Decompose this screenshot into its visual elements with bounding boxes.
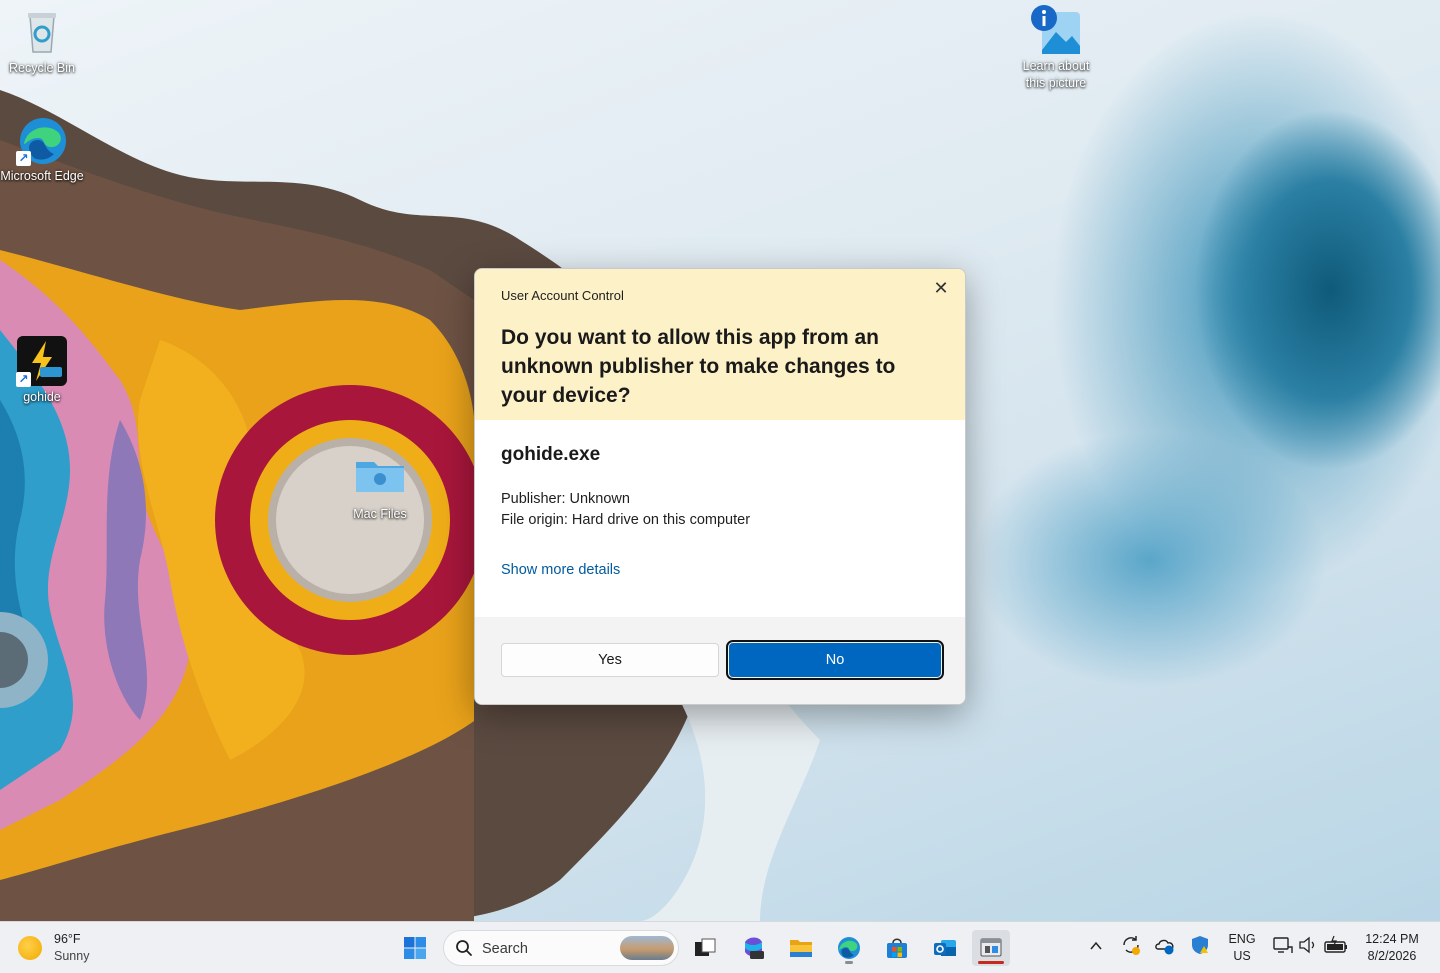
mac-files-label: Mac Files [353, 507, 407, 521]
weather-widget[interactable]: 96°F Sunny [18, 930, 89, 966]
app-name: gohide.exe [501, 444, 601, 465]
clock-time: 12:24 PM [1365, 932, 1419, 946]
file-explorer-button[interactable] [782, 930, 820, 966]
battery-icon[interactable] [1324, 934, 1348, 956]
outlook-button[interactable] [926, 930, 964, 966]
edge-label: Microsoft Edge [0, 169, 84, 183]
system-clock[interactable]: 12:24 PM 8/2/2026 [1356, 931, 1428, 965]
running-indicator [845, 961, 853, 964]
clock-date: 8/2/2026 [1367, 949, 1417, 963]
microsoft-365-icon [745, 937, 764, 959]
uac-dialog: User Account Control ✕ Do you want to al… [474, 268, 966, 705]
speaker-icon[interactable] [1298, 934, 1318, 956]
recycle-bin-label: Recycle Bin [9, 61, 75, 75]
uac-question: Do you want to allow this app from an un… [501, 326, 896, 407]
edge-icon: ↗ [16, 114, 68, 166]
learn-picture-desktop-icon[interactable]: Learn about this picture [1014, 4, 1098, 92]
edge-icon [838, 937, 860, 959]
gohide-desktop-icon[interactable]: ↗ gohide [0, 335, 84, 406]
microsoft-store-button[interactable] [878, 930, 916, 966]
network-icon[interactable] [1272, 934, 1294, 956]
gohide-taskbar-button[interactable] [972, 930, 1010, 966]
app-info: Publisher: Unknown File origin: Hard dri… [501, 489, 939, 531]
uac-caption: User Account Control [501, 288, 624, 303]
task-view-icon [695, 938, 716, 956]
close-icon[interactable]: ✕ [927, 278, 955, 300]
language-code: ENG [1228, 932, 1256, 946]
publisher-text: Publisher: Unknown [501, 491, 630, 507]
recycle-bin-icon [16, 6, 68, 58]
task-view-button[interactable] [686, 930, 724, 966]
file-origin-text: File origin: Hard drive on this computer [501, 512, 751, 528]
gohide-lightning-icon: ↗ [16, 335, 68, 387]
folder-icon [354, 452, 406, 504]
search-box[interactable]: Search [443, 930, 679, 966]
start-icon [404, 937, 426, 959]
mac-files-desktop-icon[interactable]: Mac Files [338, 452, 422, 523]
edge-desktop-icon[interactable]: ↗ Microsoft Edge [0, 114, 84, 185]
start-button[interactable] [396, 930, 434, 966]
shortcut-arrow-icon: ↗ [16, 372, 31, 387]
gohide-app-icon [980, 938, 1002, 957]
outlook-icon [934, 940, 956, 956]
no-button[interactable]: No [726, 640, 944, 680]
learn-picture-icon [1030, 4, 1082, 56]
attention-indicator [978, 961, 1004, 964]
onedrive-icon[interactable] [1154, 934, 1176, 956]
uac-body: gohide.exe Publisher: Unknown File origi… [475, 420, 965, 620]
weather-temp: 96°F [54, 932, 81, 946]
defender-icon[interactable] [1190, 934, 1212, 956]
taskbar: 96°F Sunny Search ENG US 12:24 PM 8/2/20… [0, 921, 1440, 973]
search-icon [456, 940, 472, 956]
gohide-label: gohide [23, 390, 61, 404]
sun-icon [18, 936, 42, 960]
microsoft-365-button[interactable] [734, 930, 772, 966]
input-language[interactable]: ENG US [1226, 931, 1258, 965]
sync-icon[interactable] [1120, 934, 1142, 956]
weather-condition: Sunny [54, 949, 90, 963]
recycle-bin-desktop-icon[interactable]: Recycle Bin [0, 6, 84, 77]
microsoft-store-icon [887, 938, 907, 958]
uac-footer: Yes No [475, 617, 965, 704]
edge-taskbar-button[interactable] [830, 930, 868, 966]
show-more-details-link[interactable]: Show more details [501, 562, 620, 578]
yes-button[interactable]: Yes [501, 643, 719, 677]
search-placeholder: Search [482, 941, 528, 957]
chevron-up-icon[interactable] [1088, 938, 1104, 954]
file-explorer-icon [790, 940, 812, 957]
region-code: US [1233, 949, 1251, 963]
uac-header: User Account Control ✕ Do you want to al… [475, 269, 965, 420]
learn-picture-label: Learn about this picture [1022, 59, 1090, 90]
search-highlight-image [620, 936, 674, 960]
shortcut-arrow-icon: ↗ [16, 151, 31, 166]
